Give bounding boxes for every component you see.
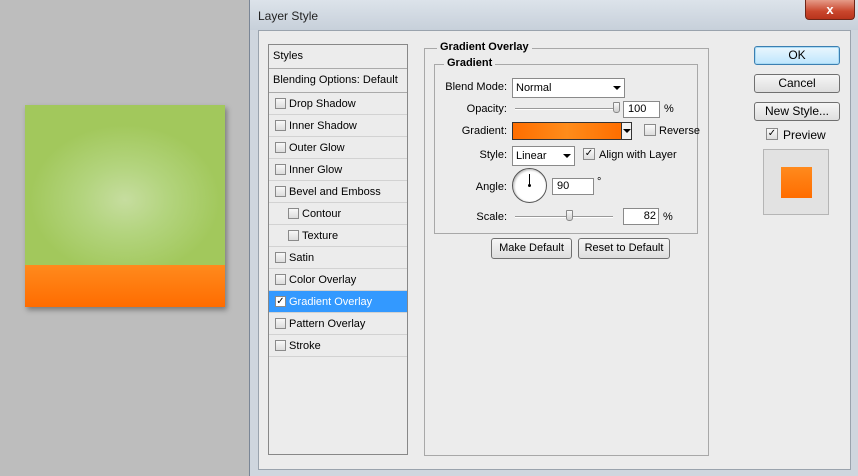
style-item-label: Texture [302, 230, 339, 242]
style-item-stroke[interactable]: Stroke [269, 335, 407, 357]
scale-input[interactable]: 82 [623, 208, 659, 225]
scale-unit: % [663, 211, 673, 223]
align-with-layer-label: Align with Layer [599, 149, 677, 161]
angle-input[interactable]: 90 [552, 178, 594, 195]
style-item-label: Pattern Overlay [289, 318, 366, 330]
reverse-checkbox[interactable] [644, 124, 656, 136]
angle-label: Angle: [475, 181, 507, 193]
scale-slider-thumb[interactable] [565, 210, 573, 221]
style-item-label: Inner Shadow [289, 120, 357, 132]
checkmark-icon: ✓ [584, 148, 594, 159]
style-item-checkbox[interactable] [275, 340, 286, 351]
opacity-input[interactable]: 100 [623, 101, 660, 118]
angle-dial[interactable] [512, 168, 547, 203]
align-with-layer-checkbox[interactable]: ✓ [583, 148, 595, 160]
style-label: Style: [479, 149, 507, 161]
canvas-artwork [25, 105, 225, 307]
style-item-checkbox[interactable] [275, 186, 286, 197]
cancel-button[interactable]: Cancel [754, 74, 840, 93]
preview-swatch [781, 167, 812, 198]
style-item-checkbox[interactable] [275, 164, 286, 175]
style-item-label: Stroke [289, 340, 321, 352]
styles-header[interactable]: Styles [269, 45, 407, 69]
reset-to-default-button[interactable]: Reset to Default [578, 238, 670, 259]
blending-options-item[interactable]: Blending Options: Default [269, 69, 407, 93]
style-item-checkbox[interactable] [288, 230, 299, 241]
style-items: Drop Shadow Inner Shadow Outer Glow Inner G… [269, 93, 407, 357]
blend-mode-dropdown[interactable]: Normal [512, 78, 625, 98]
style-item-color-overlay[interactable]: Color Overlay [269, 269, 407, 291]
style-item-checkbox[interactable] [275, 252, 286, 263]
preview-checkbox[interactable]: ✓ [766, 128, 778, 140]
ok-button[interactable]: OK [754, 46, 840, 65]
style-item-label: Satin [289, 252, 315, 264]
preview-label: Preview [783, 128, 826, 142]
blend-mode-value: Normal [516, 82, 552, 94]
section-title: Gradient Overlay [437, 41, 532, 53]
gradient-label: Gradient: [461, 125, 507, 137]
style-item-label: Inner Glow [289, 164, 343, 176]
style-item-checkbox[interactable]: ✓ [275, 296, 286, 307]
style-item-inner-glow[interactable]: Inner Glow [269, 159, 407, 181]
style-dropdown[interactable]: Linear [512, 146, 575, 166]
style-item-checkbox[interactable] [275, 98, 286, 109]
blend-mode-label: Blend Mode: [445, 81, 507, 93]
style-item-gradient-overlay[interactable]: ✓ Gradient Overlay [269, 291, 407, 313]
style-item-checkbox[interactable] [275, 142, 286, 153]
dialog-client-area: Styles Blending Options: Default Drop Sh… [258, 30, 851, 470]
gradient-picker-button[interactable] [621, 122, 632, 140]
dialog-title: Layer Style [258, 9, 319, 23]
opacity-unit: % [664, 103, 674, 115]
close-icon: x [826, 2, 834, 17]
angle-dial-center [528, 184, 531, 187]
style-item-label: Bevel and Emboss [289, 186, 381, 198]
style-item-checkbox[interactable] [288, 208, 299, 219]
scale-slider-track[interactable] [515, 216, 613, 218]
orange-gradient-bar [25, 265, 225, 307]
checkmark-icon: ✓ [767, 128, 777, 139]
scale-label: Scale: [476, 211, 507, 223]
style-item-checkbox[interactable] [275, 318, 286, 329]
chevron-down-icon [613, 86, 621, 90]
new-style-button[interactable]: New Style... [754, 102, 840, 121]
style-item-checkbox[interactable] [275, 274, 286, 285]
style-value: Linear [516, 150, 547, 162]
opacity-slider-track[interactable] [515, 108, 619, 110]
gradient-swatch[interactable] [512, 122, 622, 140]
style-item-label: Gradient Overlay [289, 296, 373, 308]
styles-list: Styles Blending Options: Default Drop Sh… [268, 44, 408, 455]
close-button[interactable]: x [805, 0, 855, 20]
style-item-inner-shadow[interactable]: Inner Shadow [269, 115, 407, 137]
opacity-label: Opacity: [466, 103, 507, 115]
angle-unit: ° [597, 176, 602, 188]
style-item-label: Outer Glow [289, 142, 345, 154]
style-item-bevel-and-emboss[interactable]: Bevel and Emboss [269, 181, 407, 203]
group-title: Gradient [444, 57, 496, 69]
opacity-slider-thumb[interactable] [613, 102, 620, 113]
style-item-outer-glow[interactable]: Outer Glow [269, 137, 407, 159]
style-item-checkbox[interactable] [275, 120, 286, 131]
chevron-down-icon [623, 129, 631, 133]
chevron-down-icon [563, 154, 571, 158]
green-radial-area [25, 105, 225, 265]
style-item-label: Drop Shadow [289, 98, 356, 110]
style-item-pattern-overlay[interactable]: Pattern Overlay [269, 313, 407, 335]
style-item-drop-shadow[interactable]: Drop Shadow [269, 93, 407, 115]
style-item-label: Color Overlay [289, 274, 357, 286]
layer-style-dialog: Layer Style x Styles Blending Options: D… [249, 0, 858, 476]
title-bar[interactable]: Layer Style x [250, 0, 858, 30]
style-item-satin[interactable]: Satin [269, 247, 407, 269]
make-default-button[interactable]: Make Default [491, 238, 572, 259]
style-item-contour[interactable]: Contour [269, 203, 407, 225]
style-preview-box [763, 149, 829, 215]
style-item-texture[interactable]: Texture [269, 225, 407, 247]
reverse-label: Reverse [659, 125, 700, 137]
style-item-label: Contour [302, 208, 342, 220]
